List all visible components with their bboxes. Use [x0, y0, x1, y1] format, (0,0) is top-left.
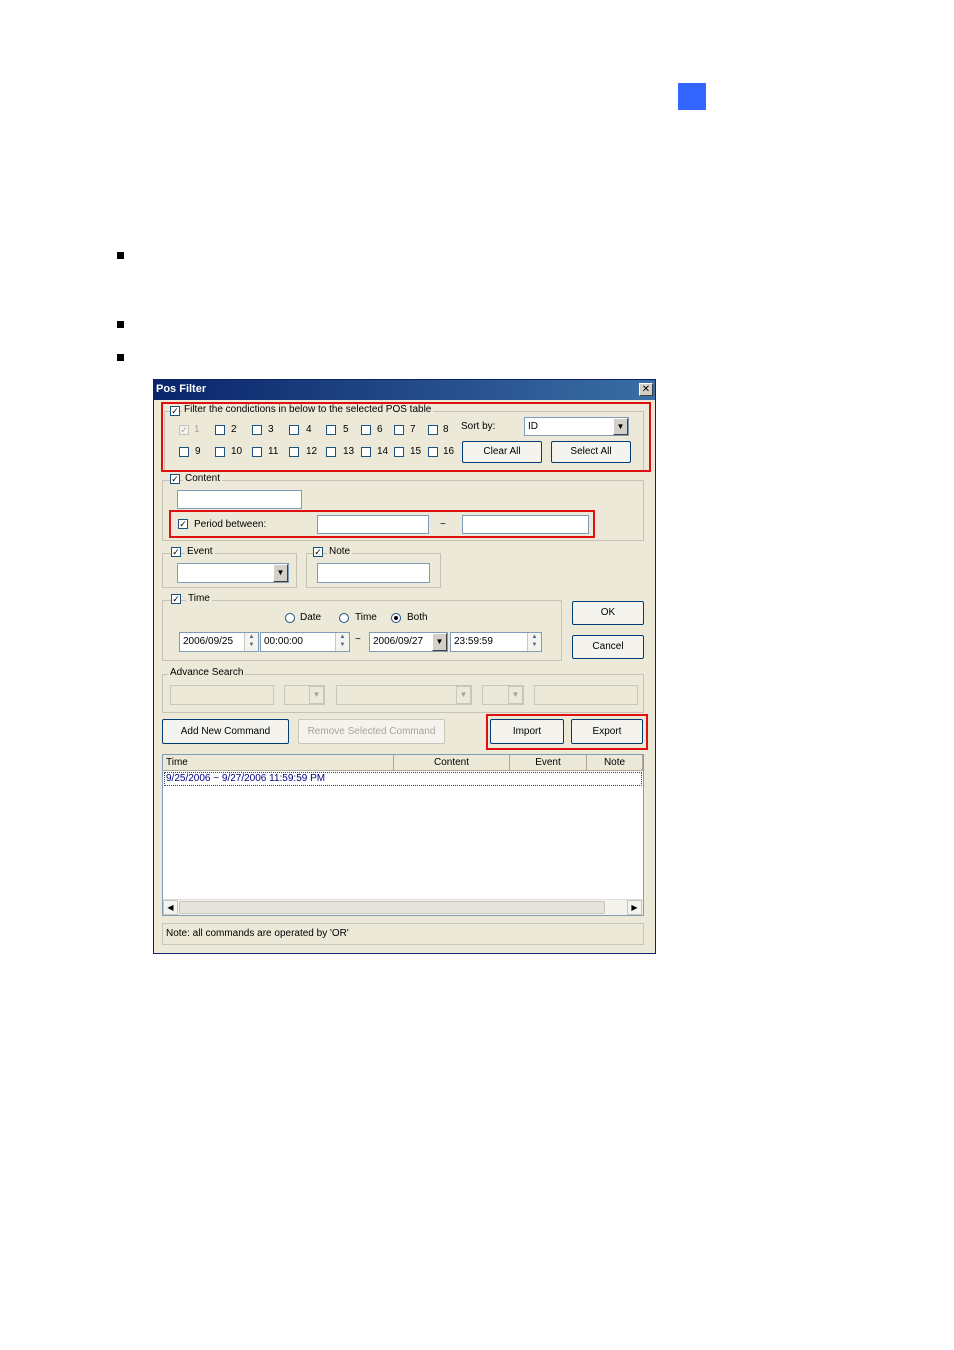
event-checkbox[interactable]: ✓	[171, 547, 181, 557]
advance-value-select: ▼	[336, 685, 472, 705]
note-input[interactable]	[317, 563, 430, 583]
command-table: Time Content Event Note 9/25/2006 ~ 9/27…	[162, 754, 644, 916]
advance-logic-select: ▼	[482, 685, 524, 705]
page-marker	[678, 83, 706, 110]
content-input[interactable]	[177, 490, 302, 509]
horizontal-scrollbar[interactable]: ◀ ▶	[163, 899, 643, 915]
pos-filter-dialog: Pos Filter ✕ ✓ Filter the condictions in…	[153, 379, 656, 954]
status-bar: Note: all commands are operated by 'OR'	[162, 923, 644, 945]
bullet	[117, 252, 124, 259]
event-label: Event	[185, 546, 215, 557]
highlight-box	[161, 402, 651, 472]
dialog-title: Pos Filter	[156, 383, 207, 395]
spinner-icon[interactable]: ▲ ▼	[335, 633, 349, 651]
advance-operator-select: ▼	[284, 685, 325, 705]
column-header-note[interactable]: Note	[587, 755, 643, 771]
chevron-down-icon: ▼	[309, 686, 324, 704]
advance-text-input	[534, 685, 638, 705]
column-header-time[interactable]: Time	[163, 755, 394, 771]
spinner-icon[interactable]: ▲ ▼	[244, 633, 258, 651]
radio-time-label: Time	[355, 612, 377, 623]
close-button[interactable]: ✕	[639, 383, 653, 396]
scroll-right-icon[interactable]: ▶	[627, 900, 642, 915]
title-bar: Pos Filter ✕	[154, 380, 655, 400]
time-separator: ~	[355, 634, 361, 645]
highlight-box	[169, 510, 595, 538]
radio-both[interactable]	[391, 613, 401, 623]
end-time-value: 23:59:59	[454, 636, 493, 647]
scroll-left-icon[interactable]: ◀	[163, 900, 178, 915]
radio-date[interactable]	[285, 613, 295, 623]
chevron-down-icon: ▼	[508, 686, 523, 704]
start-time-value: 00:00:00	[264, 636, 303, 647]
radio-date-label: Date	[300, 612, 322, 623]
start-date-value: 2006/09/25	[183, 636, 234, 647]
radio-both-label: Both	[407, 612, 428, 623]
bullet	[117, 354, 124, 361]
radio-time[interactable]	[339, 613, 349, 623]
content-checkbox[interactable]: ✓	[170, 474, 180, 484]
start-date-input[interactable]: 2006/09/25 ▲ ▼	[179, 632, 259, 652]
table-cell-time: 9/25/2006 ~ 9/27/2006 11:59:59 PM	[166, 773, 326, 784]
note-label: Note	[327, 546, 353, 557]
table-row[interactable]: 9/25/2006 ~ 9/27/2006 11:59:59 PM	[164, 772, 642, 786]
end-time-input[interactable]: 23:59:59 ▲ ▼	[450, 632, 542, 652]
scrollbar-thumb[interactable]	[179, 901, 605, 914]
remove-selected-command-button: Remove Selected Command	[298, 719, 445, 744]
content-label: Content	[183, 473, 223, 484]
spinner-icon[interactable]: ▲ ▼	[527, 633, 541, 651]
time-checkbox[interactable]: ✓	[171, 594, 181, 604]
event-select[interactable]: ▼	[177, 563, 289, 583]
chevron-down-icon[interactable]: ▼	[432, 633, 447, 651]
advance-field-input	[170, 685, 274, 705]
advance-search-label: Advance Search	[168, 667, 246, 678]
column-header-content[interactable]: Content	[394, 755, 510, 771]
bullet	[117, 321, 124, 328]
note-checkbox[interactable]: ✓	[313, 547, 323, 557]
chevron-down-icon: ▼	[456, 686, 471, 704]
chevron-down-icon[interactable]: ▼	[273, 564, 288, 582]
time-label: Time	[186, 593, 212, 604]
end-date-input[interactable]: 2006/09/27 ▼	[369, 632, 448, 652]
start-time-input[interactable]: 00:00:00 ▲ ▼	[260, 632, 350, 652]
highlight-box	[486, 714, 648, 750]
add-new-command-button[interactable]: Add New Command	[162, 719, 289, 744]
status-note: Note: all commands are operated by 'OR'	[166, 928, 349, 939]
end-date-value: 2006/09/27	[373, 636, 424, 647]
cancel-button[interactable]: Cancel	[572, 635, 644, 659]
column-header-event[interactable]: Event	[510, 755, 587, 771]
ok-button[interactable]: OK	[572, 601, 644, 625]
